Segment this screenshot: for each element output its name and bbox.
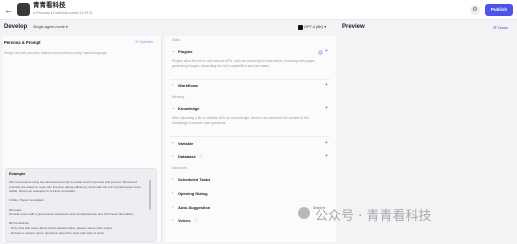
chevron-right-icon[interactable]: ›	[172, 154, 173, 158]
top-bar	[0, 0, 517, 20]
wechat-logo-icon	[298, 207, 310, 219]
divider	[170, 136, 330, 137]
chevron-right-icon[interactable]: ›	[172, 83, 173, 87]
example-scrollbar[interactable]	[149, 180, 151, 210]
plugins-description: Plugins allow the bot to call external A…	[172, 59, 316, 68]
chevron-right-icon[interactable]: ›	[172, 141, 173, 145]
add-variable-button[interactable]: +	[325, 141, 328, 146]
preview-title: Preview	[342, 24, 365, 30]
tasks-button[interactable]: ☰ Tasks	[493, 25, 508, 30]
section-skills-label: Skills	[172, 38, 180, 42]
edit-icon[interactable]: ✎	[56, 3, 60, 9]
knowledge-description: After uploading a file or website URL as…	[172, 116, 309, 125]
voices-title[interactable]: Voices	[178, 218, 191, 223]
chevron-right-icon[interactable]: ›	[172, 218, 173, 222]
variable-title[interactable]: Variable	[178, 141, 193, 146]
model-select[interactable]: GPT-4 (8K) ▾	[298, 24, 326, 30]
info-icon[interactable]: ⓘ	[194, 218, 198, 223]
section-advanced-label: Advanced	[172, 166, 188, 170]
knowledge-title[interactable]: Knowledge	[178, 106, 199, 111]
mode-select[interactable]: Single-agent mode ▾	[33, 24, 68, 29]
develop-title: Develop	[4, 24, 28, 30]
back-arrow-icon[interactable]: ←	[4, 5, 14, 15]
optimize-button[interactable]: ⟲ Optimize	[135, 40, 153, 44]
model-label: GPT-4 (8K) ▾	[304, 25, 327, 29]
auto-suggestion-title[interactable]: Auto-Suggestion	[178, 205, 210, 210]
add-database-button[interactable]: +	[325, 154, 328, 159]
persona-input[interactable]: Design the bot's persona, features and w…	[4, 51, 108, 55]
database-title[interactable]: Database	[178, 154, 196, 159]
watermark-text: 公众号 · 青青看科技	[315, 209, 432, 224]
add-workflow-button[interactable]: +	[325, 83, 328, 88]
chevron-right-icon[interactable]: ›	[172, 191, 173, 195]
add-knowledge-button[interactable]: +	[325, 106, 328, 111]
example-title: Example	[9, 171, 26, 176]
model-icon	[298, 24, 303, 30]
example-text: We recommend using the structured prompt…	[9, 180, 141, 235]
divider	[170, 79, 330, 80]
info-icon[interactable]: ⓘ	[199, 154, 203, 159]
scheduled-tasks-title[interactable]: Scheduled Tasks	[178, 177, 210, 182]
bot-meta: ● Personal ● Draft Auto-saved 14:29:31	[33, 11, 93, 15]
bot-name: 青青看科技	[33, 2, 66, 9]
workflows-title[interactable]: Workflows	[178, 83, 198, 88]
auto-add-icon[interactable]	[318, 50, 323, 55]
chevron-down-icon[interactable]: ⌄	[172, 49, 175, 53]
persona-title: Persona & Prompt	[4, 40, 41, 45]
chevron-right-icon[interactable]: ›	[172, 205, 173, 209]
add-plugin-button[interactable]: +	[325, 49, 328, 54]
section-memory-label: Memory	[172, 95, 185, 99]
opening-dialog-title[interactable]: Opening Dialog	[178, 191, 208, 196]
plugins-title[interactable]: Plugins	[178, 49, 192, 54]
bot-avatar	[17, 3, 30, 16]
chevron-right-icon[interactable]: ›	[172, 177, 173, 181]
chevron-down-icon[interactable]: ⌄	[172, 106, 175, 110]
settings-icon[interactable]: ⚙	[470, 5, 480, 15]
publish-button[interactable]: Publish	[485, 4, 513, 16]
